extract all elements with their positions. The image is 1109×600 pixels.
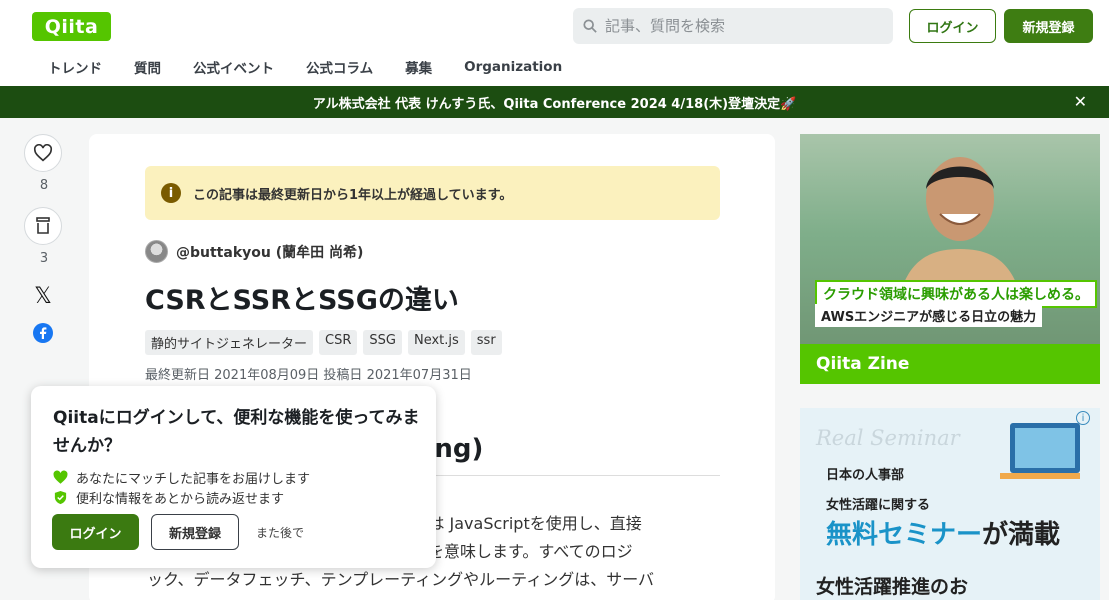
popup-login-button[interactable]: ログイン xyxy=(52,514,139,550)
stock-count: 3 xyxy=(39,251,49,266)
article-actions: 8 3 𝕏 xyxy=(24,134,64,343)
tag-list: 静的サイトジェネレーター CSR SSG Next.js ssr xyxy=(145,330,508,355)
popup-signup-button[interactable]: 新規登録 xyxy=(151,514,239,550)
ad-background-text: Real Seminar xyxy=(816,426,960,450)
author[interactable]: @buttakyou (蘭牟田 尚希) xyxy=(145,240,363,263)
site-header: Qiita ログイン 新規登録 トレンド 質問 公式イベント 公式コラム 募集 … xyxy=(0,0,1109,86)
like-button[interactable] xyxy=(24,134,62,172)
facebook-share[interactable] xyxy=(24,323,62,343)
stock-icon xyxy=(36,217,50,234)
article-title: CSRとSSRとSSGの違い xyxy=(145,285,459,316)
nav-trend[interactable]: トレンド xyxy=(48,57,102,77)
benefit-item: あなたにマッチした記事をお届けします xyxy=(53,468,310,487)
nav-events[interactable]: 公式イベント xyxy=(193,57,274,77)
banner-text[interactable]: アル株式会社 代表 けんすう氏、Qiita Conference 2024 4/… xyxy=(313,93,797,112)
like-count: 8 xyxy=(39,178,49,193)
nav-columns[interactable]: 公式コラム xyxy=(306,57,373,77)
tag[interactable]: 静的サイトジェネレーター xyxy=(145,330,314,355)
ad-brand: Qiita Zine xyxy=(800,344,1100,384)
ad-line2: 無料セミナーが満載 xyxy=(826,514,1060,551)
search-icon xyxy=(583,19,597,33)
ad-subheadline: AWSエンジニアが感じる日立の魅力 xyxy=(815,304,1043,327)
login-prompt-popup: Qiitaにログインして、便利な機能を使ってみませんか？ あなたにマッチした記事… xyxy=(31,386,436,568)
body-line: ック、データフェッチ、テンプレーティングやルーティングは、サーバ xyxy=(147,570,655,589)
ad-qiita-zine[interactable]: クラウド領域に興味がある人は楽しめる。 AWSエンジニアが感じる日立の魅力 Qi… xyxy=(800,134,1100,384)
tag[interactable]: Next.js xyxy=(407,330,465,355)
search-box[interactable] xyxy=(573,8,893,44)
monitor-illustration xyxy=(1000,423,1080,479)
x-share-icon[interactable]: 𝕏 xyxy=(24,284,62,309)
announcement-banner[interactable]: アル株式会社 代表 けんすう氏、Qiita Conference 2024 4/… xyxy=(0,86,1109,118)
nav-recruit[interactable]: 募集 xyxy=(405,57,432,77)
ad-line1: 女性活躍に関する xyxy=(826,498,931,513)
article-dates: 最終更新日 2021年08月09日 投稿日 2021年07月31日 xyxy=(145,368,472,383)
avatar[interactable] xyxy=(145,240,168,263)
outdated-notice: i この記事は最終更新日から1年以上が経過しています。 xyxy=(145,166,720,220)
qiita-logo[interactable]: Qiita xyxy=(32,12,111,41)
popup-title: Qiitaにログインして、便利な機能を使ってみませんか？ xyxy=(53,408,420,456)
ad-line3: 女性活躍推進のお xyxy=(816,576,969,598)
stock-button[interactable] xyxy=(24,207,62,245)
author-name[interactable]: @buttakyou (蘭牟田 尚希) xyxy=(176,242,363,262)
signup-button[interactable]: 新規登録 xyxy=(1004,9,1093,43)
benefit-text: 便利な情報をあとから読み返せます xyxy=(76,492,285,507)
popup-later-link[interactable]: また後で xyxy=(256,524,304,541)
ad-line2-highlight: 無料セミナー xyxy=(826,520,983,550)
benefit-text: あなたにマッチした記事をお届けします xyxy=(76,472,311,487)
search-input[interactable] xyxy=(605,17,865,35)
ad-seminar[interactable]: Real Seminar i 日本の人事部 女性活躍に関する 無料セミナーが満載… xyxy=(800,408,1100,600)
main-nav: トレンド 質問 公式イベント 公式コラム 募集 Organization xyxy=(32,50,578,84)
ad-company: 日本の人事部 xyxy=(826,468,905,483)
tag[interactable]: ssr xyxy=(470,330,502,355)
heart-icon xyxy=(53,470,68,484)
notice-text: この記事は最終更新日から1年以上が経過しています。 xyxy=(193,187,513,203)
close-icon[interactable]: ✕ xyxy=(1074,92,1087,111)
benefit-item: 便利な情報をあとから読み返せます xyxy=(53,488,284,507)
login-button[interactable]: ログイン xyxy=(909,9,996,43)
facebook-icon xyxy=(33,323,53,343)
info-icon: i xyxy=(161,183,181,203)
heart-icon xyxy=(33,144,53,162)
nav-questions[interactable]: 質問 xyxy=(134,57,161,77)
tag[interactable]: SSG xyxy=(363,330,402,355)
shield-check-icon xyxy=(54,490,67,505)
nav-organization[interactable]: Organization xyxy=(464,59,562,75)
ad-line2-rest: が満載 xyxy=(982,520,1061,550)
tag[interactable]: CSR xyxy=(319,330,358,355)
